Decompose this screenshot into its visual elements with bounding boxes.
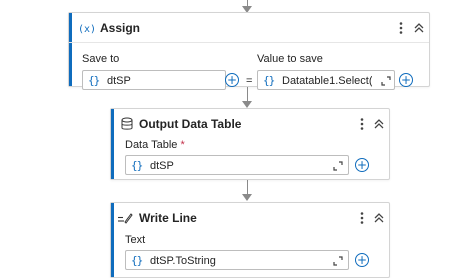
save-to-label: Save to [82, 53, 120, 65]
text-value: dtSP.ToString [150, 255, 216, 267]
expression-brace-icon: {} [131, 159, 143, 172]
expression-brace-icon: {} [263, 74, 275, 87]
write-line-more-options-icon[interactable] [355, 210, 369, 226]
svg-text:(x): (x) [78, 24, 94, 35]
text-plus-button[interactable]: + [355, 253, 369, 267]
save-to-plus-button[interactable]: + [225, 73, 239, 87]
assign-card-header[interactable]: (x) Assign [69, 13, 429, 43]
value-to-save-field[interactable]: {} Datatable1.Select("[Cli [257, 70, 395, 90]
save-to-value: dtSP [107, 75, 131, 87]
expression-brace-icon: {} [88, 74, 100, 87]
text-field[interactable]: {} dtSP.ToString [125, 250, 349, 270]
connector-assign-to-output-arrow [242, 101, 252, 108]
expand-editor-icon[interactable] [380, 75, 392, 87]
expand-editor-icon[interactable] [332, 255, 344, 267]
expand-editor-icon[interactable] [332, 160, 344, 172]
expression-brace-icon: {} [131, 254, 143, 267]
write-line-collapse-icon[interactable] [372, 210, 386, 226]
assign-activity-card[interactable]: (x) Assign Save to {} dtSP + = Value to … [68, 12, 430, 90]
database-icon [119, 116, 135, 132]
assign-equals-sign: = [246, 75, 253, 87]
output-data-table-more-options-icon[interactable] [355, 116, 369, 132]
data-table-plus-button[interactable]: + [355, 158, 369, 172]
data-table-value: dtSP [150, 160, 174, 172]
data-table-label-text: Data Table [125, 139, 178, 151]
write-line-card-header[interactable]: Write Line [111, 203, 389, 233]
save-to-field[interactable]: {} dtSP [82, 70, 226, 90]
value-to-save-plus-button[interactable]: + [399, 73, 413, 87]
output-data-table-activity-card[interactable]: Output Data Table Data Table * {} dtSP + [110, 108, 390, 180]
required-marker: * [180, 139, 185, 151]
write-line-title: Write Line [139, 211, 197, 225]
output-data-table-collapse-icon[interactable] [372, 116, 386, 132]
output-data-table-card-header[interactable]: Output Data Table [111, 109, 389, 139]
assign-x-icon: (x) [78, 20, 94, 36]
write-line-activity-card[interactable]: Write Line Text {} dtSP.ToString + [110, 202, 390, 278]
data-table-field[interactable]: {} dtSP [125, 155, 349, 175]
value-to-save-value: Datatable1.Select("[Cli [282, 75, 372, 87]
text-label: Text [125, 234, 146, 246]
value-to-save-label: Value to save [257, 53, 323, 65]
assign-title: Assign [100, 21, 141, 35]
connector-output-to-writeline-arrow [242, 194, 252, 201]
data-table-label: Data Table * [125, 139, 185, 151]
assign-more-options-icon[interactable] [394, 20, 408, 36]
assign-collapse-icon[interactable] [412, 20, 426, 36]
output-data-table-title: Output Data Table [139, 117, 242, 131]
write-line-icon [117, 210, 133, 226]
